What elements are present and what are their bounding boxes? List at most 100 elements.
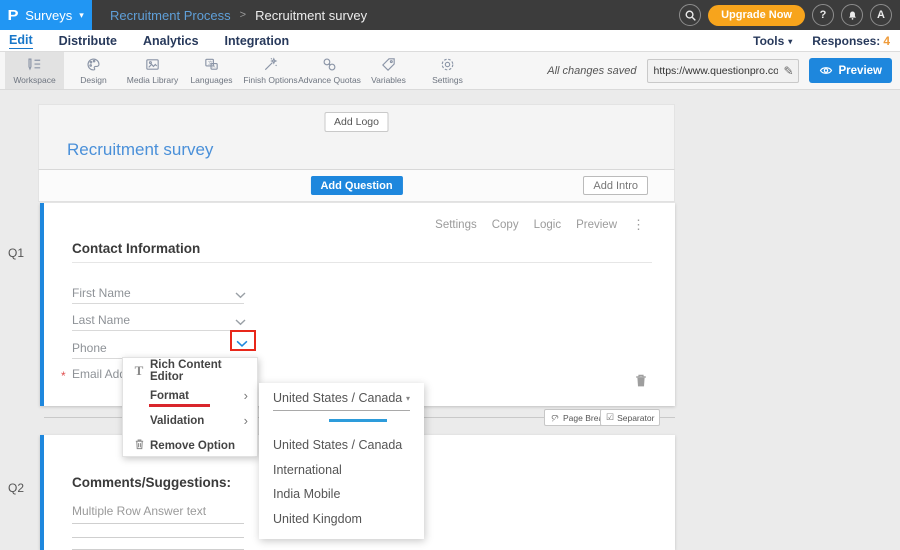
submenu-arrow-icon: › [244, 414, 248, 427]
more-options-icon[interactable]: ⋮ [632, 217, 645, 233]
menu-item-rich-content-editor[interactable]: T Rich Content Editor [123, 358, 257, 383]
rich-text-icon: T [132, 363, 146, 379]
multi-row-answer-placeholder[interactable]: Multiple Row Answer text [72, 504, 206, 518]
survey-url-input[interactable] [648, 65, 778, 77]
toolbar-label: Languages [190, 75, 232, 85]
toolbar-settings-button[interactable]: Settings [418, 52, 477, 89]
design-palette-icon [85, 56, 102, 73]
workspace-icon [26, 56, 43, 73]
add-logo-button[interactable]: Add Logo [324, 112, 389, 132]
help-button[interactable]: ? [812, 4, 834, 26]
question-actions: Settings Copy Logic Preview ⋮ [435, 217, 645, 233]
breadcrumb-parent[interactable]: Recruitment Process [110, 8, 231, 23]
add-question-button[interactable]: Add Question [310, 176, 402, 195]
menu-item-remove-option[interactable]: Remove Option [123, 433, 257, 458]
first-name-dropdown-chevron-icon[interactable] [235, 286, 246, 304]
editor-toolbar: Workspace Design Media Library 文A Langua… [0, 52, 900, 90]
format-option-india-mobile[interactable]: India Mobile [273, 487, 340, 501]
tools-menu[interactable]: Tools ▾ [753, 34, 792, 48]
finish-options-wand-icon [262, 56, 279, 73]
account-avatar[interactable]: A [870, 4, 892, 26]
advance-quotas-icon [321, 56, 338, 73]
breadcrumb-separator-icon: > [240, 9, 246, 21]
format-option-us-canada[interactable]: United States / Canada [273, 438, 402, 452]
separator-label: Separator [617, 413, 654, 423]
question-title[interactable]: Contact Information [72, 241, 200, 256]
select-focus-bar [329, 419, 387, 422]
q2-label: Q2 [8, 481, 24, 495]
toolbar-workspace-button[interactable]: Workspace [5, 52, 64, 89]
notifications-button[interactable] [841, 4, 863, 26]
question-settings-button[interactable]: Settings [435, 219, 477, 231]
survey-url-box: ✎ [647, 59, 799, 83]
preview-label: Preview [839, 65, 882, 77]
menu-item-validation[interactable]: Validation › [123, 408, 257, 433]
annotation-underline [149, 404, 210, 407]
save-status: All changes saved [547, 65, 636, 77]
responses-label: Responses: [812, 34, 880, 48]
toolbar-finish-options-button[interactable]: Finish Options [241, 52, 300, 89]
search-button[interactable] [679, 4, 701, 26]
question-logic-button[interactable]: Logic [534, 219, 562, 231]
format-option-international[interactable]: International [273, 463, 342, 477]
responses-link[interactable]: Responses:4 [812, 34, 890, 48]
languages-icon: 文A [203, 56, 220, 73]
question-preview-button[interactable]: Preview [576, 219, 617, 231]
help-icon: ? [820, 9, 827, 21]
toolbar-label: Media Library [127, 75, 179, 85]
product-name: Surveys [25, 8, 72, 23]
questionpro-survey-editor: P Surveys ▾ Recruitment Process > Recrui… [0, 0, 900, 550]
tab-analytics[interactable]: Analytics [143, 34, 199, 48]
q1-label: Q1 [8, 246, 24, 260]
toolbar-design-button[interactable]: Design [64, 52, 123, 89]
required-asterisk: * [61, 369, 66, 383]
chevron-down-icon: ▾ [788, 37, 792, 46]
eye-icon [819, 65, 833, 76]
annotation-highlight-box [230, 330, 256, 351]
field-phone[interactable]: Phone [72, 341, 107, 355]
toolbar-languages-button[interactable]: 文A Languages [182, 52, 241, 89]
edit-url-pencil-icon[interactable]: ✎ [783, 64, 793, 78]
svg-text:A: A [212, 64, 215, 69]
separator-button[interactable]: ☑ Separator [600, 409, 660, 426]
format-option-united-kingdom[interactable]: United Kingdom [273, 512, 362, 526]
toolbar-label: Variables [371, 75, 406, 85]
preview-button[interactable]: Preview [809, 58, 892, 83]
format-selected-value: United States / Canada [273, 391, 402, 405]
breadcrumb-current: Recruitment survey [255, 8, 367, 23]
question-title[interactable]: Comments/Suggestions: [72, 475, 231, 490]
field-last-name[interactable]: Last Name [72, 313, 130, 327]
survey-nav: Edit Distribute Analytics Integration To… [0, 30, 900, 52]
toolbar-variables-button[interactable]: Variables [359, 52, 418, 89]
last-name-dropdown-chevron-icon[interactable] [235, 313, 246, 331]
add-intro-button[interactable]: Add Intro [583, 176, 648, 195]
toolbar-advance-quotas-button[interactable]: Advance Quotas [300, 52, 359, 89]
delete-row-trash-icon[interactable] [634, 373, 648, 393]
tab-integration[interactable]: Integration [225, 34, 290, 48]
toolbar-label: Advance Quotas [298, 75, 361, 85]
breadcrumb: Recruitment Process > Recruitment survey [110, 8, 367, 23]
toolbar-media-library-button[interactable]: Media Library [123, 52, 182, 89]
tools-label: Tools [753, 34, 784, 48]
menu-item-label: Format [150, 390, 189, 402]
upgrade-now-button[interactable]: Upgrade Now [708, 5, 805, 26]
row-options-context-menu: T Rich Content Editor Format › Validatio… [122, 357, 258, 457]
tab-edit[interactable]: Edit [9, 33, 33, 49]
question-copy-button[interactable]: Copy [492, 219, 519, 231]
page-break-icon [550, 413, 560, 423]
header-actions: Upgrade Now ? A [679, 4, 900, 26]
answer-underline [72, 523, 244, 524]
field-first-name[interactable]: First Name [72, 286, 131, 300]
responses-count: 4 [883, 34, 890, 48]
toolbar-label: Design [80, 75, 106, 85]
survey-canvas: Add Logo Recruitment survey Add Question… [0, 90, 900, 550]
tab-distribute[interactable]: Distribute [59, 34, 117, 48]
survey-action-strip: Add Question Add Intro [38, 170, 675, 202]
toolbar-label: Settings [432, 75, 463, 85]
toolbar-right: All changes saved ✎ Preview [547, 52, 900, 89]
top-header: P Surveys ▾ Recruitment Process > Recrui… [0, 0, 900, 30]
survey-title[interactable]: Recruitment survey [67, 140, 213, 160]
format-select[interactable]: United States / Canada ▾ [273, 391, 410, 409]
toolbar-label: Workspace [13, 75, 55, 85]
surveys-menu[interactable]: P Surveys ▾ [0, 0, 92, 30]
